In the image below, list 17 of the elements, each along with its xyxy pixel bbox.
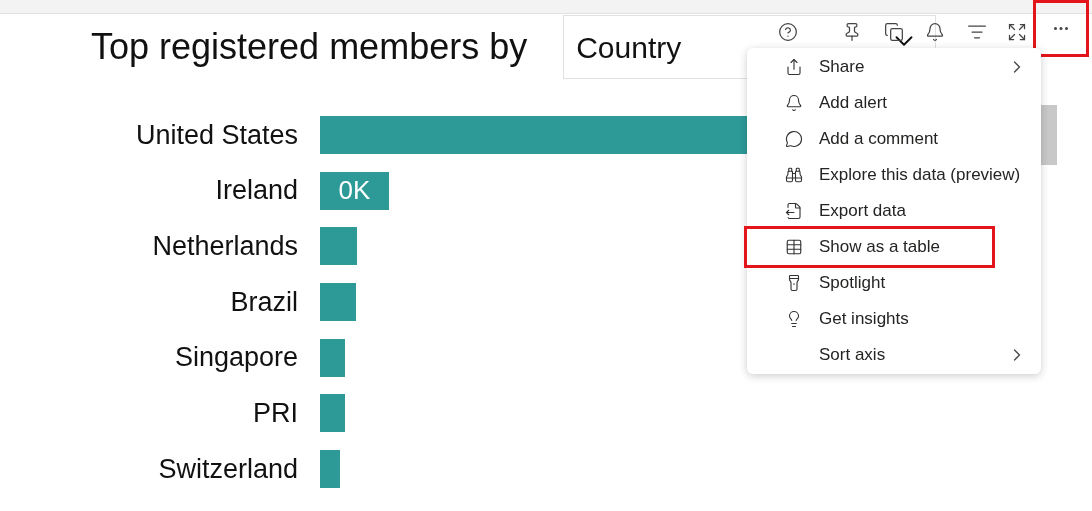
menu-item[interactable]: Add a comment bbox=[747, 121, 1041, 157]
category-label: United States bbox=[134, 118, 298, 152]
menu-item[interactable]: Export data bbox=[747, 193, 1041, 229]
category-label: Ireland bbox=[214, 174, 298, 208]
menu-item[interactable]: Show as a table bbox=[747, 229, 992, 265]
menu-item[interactable]: Add alert bbox=[747, 85, 1041, 121]
menu-item[interactable]: Sort axis bbox=[747, 337, 1041, 373]
category-label: PRI bbox=[252, 397, 298, 431]
category-label: Singapore bbox=[173, 341, 298, 375]
visual-title: Top registered members by bbox=[91, 25, 528, 69]
category-label: Netherlands bbox=[151, 229, 298, 263]
menu-item[interactable]: Get insights bbox=[747, 301, 1041, 337]
data-label: 0K bbox=[338, 174, 371, 208]
category-label: Brazil bbox=[229, 285, 298, 319]
category-label: Switzerland bbox=[157, 452, 298, 486]
menu-item[interactable]: Spotlight bbox=[747, 265, 1041, 301]
menu-item[interactable]: Explore this data (preview) bbox=[747, 157, 1041, 193]
